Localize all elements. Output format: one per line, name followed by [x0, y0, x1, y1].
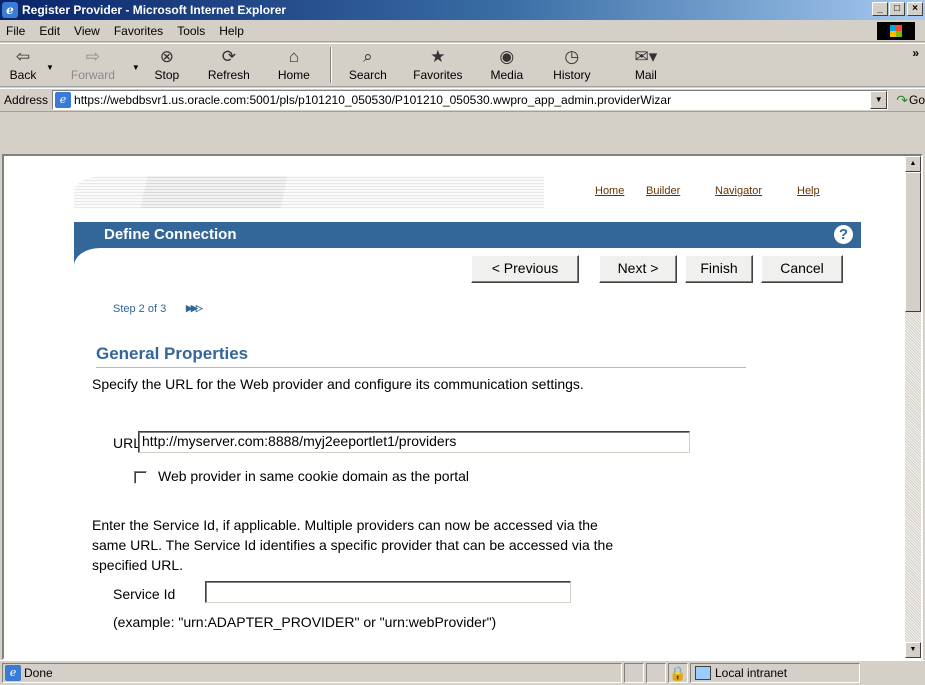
menu-view[interactable]: View [67, 24, 107, 38]
address-url[interactable]: https://webdbsvr1.us.oracle.com:5001/pls… [74, 93, 874, 107]
stop-button[interactable]: ⊗ Stop [140, 44, 194, 86]
help-icon[interactable]: ? [834, 225, 853, 244]
toolbar-separator [329, 47, 332, 83]
forward-dropdown-icon[interactable]: ▼ [132, 63, 140, 72]
favorites-icon: ★ [430, 47, 446, 66]
minimize-button[interactable]: _ [872, 2, 888, 16]
favorites-button[interactable]: ★ Favorites [398, 44, 478, 86]
wizard-title: Define Connection [104, 226, 237, 243]
search-button[interactable]: ⌕ Search [338, 44, 398, 86]
forward-button[interactable]: ⇨ Forward [54, 44, 132, 86]
ie-icon: e [2, 2, 18, 18]
status-page-icon: e [5, 665, 21, 681]
maximize-button[interactable]: □ [889, 2, 905, 16]
scroll-up-icon[interactable]: ▲ [905, 156, 921, 172]
next-button[interactable]: Next > [599, 255, 677, 283]
windows-logo-icon [877, 22, 915, 40]
section-divider [96, 367, 746, 368]
search-icon: ⌕ [363, 47, 373, 66]
wizard-header: Define Connection ? [74, 222, 861, 284]
refresh-button[interactable]: ⟳ Refresh [194, 44, 264, 86]
menu-tools[interactable]: Tools [170, 24, 212, 38]
finish-button[interactable]: Finish [685, 255, 753, 283]
menu-edit[interactable]: Edit [32, 24, 67, 38]
link-home[interactable]: Home [595, 185, 624, 197]
service-id-label: Service Id [113, 586, 176, 602]
status-text: Done [24, 666, 53, 680]
address-dropdown-icon[interactable]: ▼ [870, 91, 888, 109]
cookie-domain-checkbox[interactable] [134, 471, 147, 484]
browser-window: e Register Provider - Microsoft Internet… [0, 0, 925, 685]
menu-favorites[interactable]: Favorites [107, 24, 170, 38]
status-main: e Done [2, 663, 622, 683]
zone-label: Local intranet [715, 666, 788, 680]
step-progress-icon: ▶▶▷ [186, 303, 203, 313]
section-title: General Properties [96, 344, 249, 363]
title-bar: e Register Provider - Microsoft Internet… [0, 0, 925, 20]
history-icon: ◷ [564, 47, 580, 66]
page-content: Home Builder Navigator Help Define Conne… [4, 156, 907, 658]
intro-text: Specify the URL for the Web provider and… [92, 376, 584, 392]
step-indicator: Step 2 of 3 [113, 303, 167, 315]
service-id-example: (example: "urn:ADAPTER_PROVIDER" or "urn… [113, 614, 497, 630]
media-icon: ◉ [499, 47, 515, 66]
back-dropdown-icon[interactable]: ▼ [46, 63, 54, 72]
service-text-line-3: specified URL. [92, 557, 184, 573]
mail-button[interactable]: ✉▾ Mail [608, 44, 684, 86]
status-bar: e Done 🔒 Local intranet [0, 660, 925, 685]
cancel-button[interactable]: Cancel [761, 255, 843, 283]
close-button[interactable]: × [907, 2, 923, 16]
url-input[interactable]: http://myserver.com:8888/myj2eeportlet1/… [138, 431, 690, 453]
scroll-down-icon[interactable]: ▼ [905, 642, 921, 658]
go-arrow-icon: ↷ [896, 91, 908, 108]
cookie-domain-label: Web provider in same cookie domain as th… [158, 468, 470, 484]
address-bar: Address e https://webdbsvr1.us.oracle.co… [0, 88, 925, 112]
intranet-zone-icon [695, 666, 711, 680]
media-button[interactable]: ◉ Media [478, 44, 536, 86]
portal-banner [74, 176, 544, 208]
security-zone: Local intranet [690, 663, 860, 683]
back-button[interactable]: ⇦ Back [0, 44, 46, 86]
page-viewport: Home Builder Navigator Help Define Conne… [2, 154, 923, 660]
menu-bar: File Edit View Favorites Tools Help [0, 20, 925, 42]
toolbar: ⇦ Back ▼ ⇨ Forward ▼ ⊗ Stop ⟳ Refresh ⌂ … [0, 43, 925, 87]
previous-button[interactable]: < Previous [471, 255, 579, 283]
address-label: Address [4, 93, 49, 107]
page-icon: e [55, 92, 72, 108]
toolbar-overflow-icon[interactable]: » [912, 46, 919, 60]
refresh-icon: ⟳ [221, 47, 236, 66]
lock-icon: 🔒 [669, 664, 687, 681]
back-arrow-icon: ⇦ [15, 47, 31, 66]
menu-help[interactable]: Help [212, 24, 251, 38]
window-title: Register Provider - Microsoft Internet E… [22, 3, 287, 17]
banner-graphic [140, 176, 288, 208]
stop-icon: ⊗ [159, 47, 174, 66]
menu-file[interactable]: File [0, 24, 32, 38]
link-builder[interactable]: Builder [646, 185, 680, 197]
url-label: URL [113, 435, 142, 451]
home-button[interactable]: ⌂ Home [264, 44, 324, 86]
service-text-line-1: Enter the Service Id, if applicable. Mul… [92, 517, 598, 533]
link-navigator[interactable]: Navigator [715, 185, 762, 197]
home-icon: ⌂ [288, 47, 299, 66]
link-help[interactable]: Help [797, 185, 820, 197]
history-button[interactable]: ◷ History [536, 44, 608, 86]
go-button[interactable]: ↷ Go [896, 92, 925, 109]
forward-arrow-icon: ⇨ [85, 47, 101, 66]
service-id-input[interactable] [205, 581, 571, 603]
vertical-scrollbar[interactable]: ▲ ▼ [905, 156, 921, 658]
service-text-line-2: same URL. The Service Id identifies a sp… [92, 537, 614, 553]
mail-icon: ✉▾ [634, 47, 658, 66]
address-input[interactable]: e https://webdbsvr1.us.oracle.com:5001/p… [52, 90, 889, 110]
scroll-thumb[interactable] [905, 172, 921, 312]
